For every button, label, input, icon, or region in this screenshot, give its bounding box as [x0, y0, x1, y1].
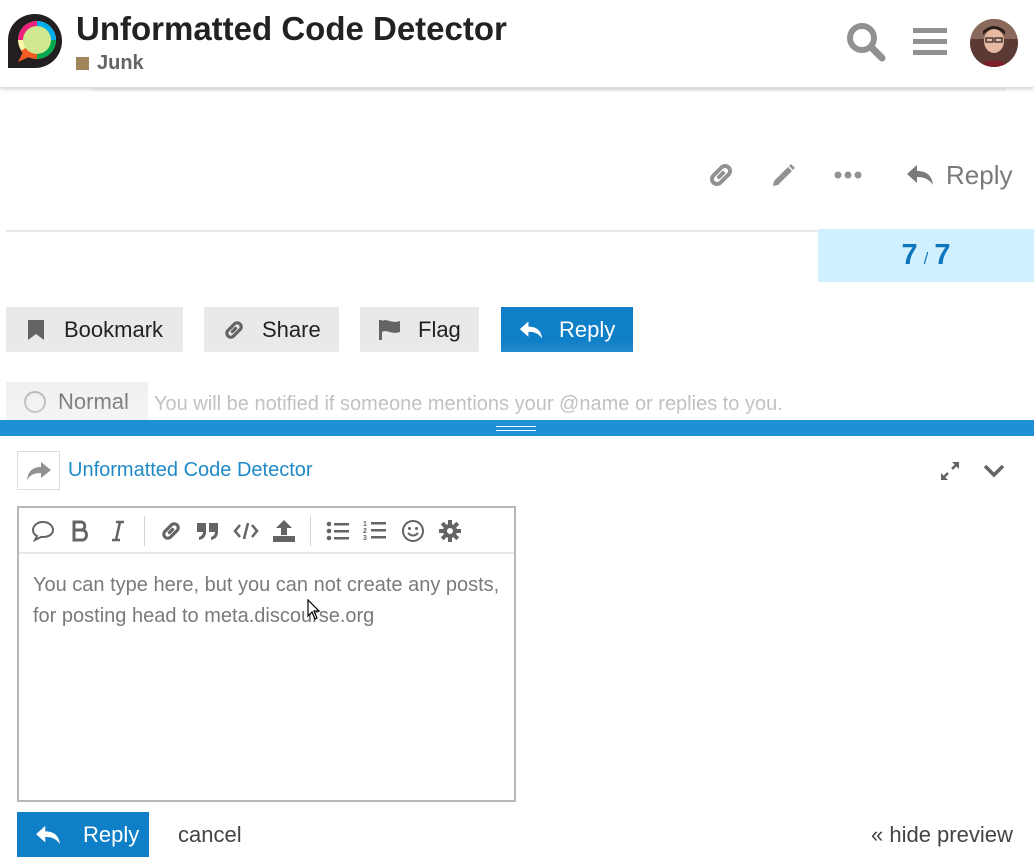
discourse-logo[interactable]: [6, 12, 64, 70]
toolbar-separator: [144, 516, 145, 546]
progress-total: 7: [934, 239, 951, 271]
hamburger-menu-icon[interactable]: [908, 20, 952, 64]
italic-icon[interactable]: [103, 516, 133, 546]
bold-icon[interactable]: [65, 516, 95, 546]
cancel-link[interactable]: cancel: [178, 822, 242, 848]
flag-button[interactable]: Flag: [360, 307, 479, 352]
composer-textarea[interactable]: You can type here, but you can not creat…: [33, 570, 503, 632]
topic-title[interactable]: Unformatted Code Detector: [76, 10, 507, 48]
numbered-list-icon[interactable]: 123: [360, 516, 390, 546]
chevron-down-icon[interactable]: [979, 456, 1009, 486]
share-arrow-icon[interactable]: [17, 451, 60, 490]
notification-level-button[interactable]: Normal: [6, 382, 148, 422]
category-name: Junk: [97, 52, 144, 74]
composer-resize-handle[interactable]: [0, 420, 1034, 436]
post-reply-label: Reply: [946, 159, 1013, 190]
flag-label: Flag: [418, 316, 461, 342]
mouse-cursor-icon: [307, 598, 321, 621]
grip-lines-icon: [496, 426, 536, 431]
pencil-icon[interactable]: [767, 158, 801, 192]
svg-text:2: 2: [363, 528, 367, 535]
link-icon[interactable]: [156, 516, 186, 546]
topic-progress[interactable]: 7 / 7: [818, 229, 1034, 282]
progress-current: 7: [901, 239, 918, 271]
svg-text:1: 1: [363, 521, 367, 528]
notification-description: You will be notified if someone mentions…: [154, 393, 783, 415]
link-icon[interactable]: [704, 158, 738, 192]
upload-icon[interactable]: [269, 516, 299, 546]
toolbar-separator: [310, 516, 311, 546]
bookmark-button[interactable]: Bookmark: [6, 307, 183, 352]
hide-preview-link[interactable]: « hide preview: [871, 822, 1013, 848]
bookmark-label: Bookmark: [64, 316, 164, 342]
flag-icon: [378, 319, 402, 341]
reply-to-topic-link[interactable]: Unformatted Code Detector: [68, 459, 313, 482]
user-avatar[interactable]: [970, 19, 1018, 67]
blockquote-icon[interactable]: [193, 516, 223, 546]
circle-icon: [24, 391, 46, 413]
reply-arrow-icon: [519, 319, 543, 341]
composer-reply-label: Reply: [83, 821, 140, 847]
code-icon[interactable]: [231, 516, 261, 546]
category-badge[interactable]: Junk: [76, 52, 144, 75]
quote-bubble-icon[interactable]: [28, 516, 58, 546]
post-divider: [6, 230, 818, 232]
share-label: Share: [262, 316, 321, 342]
progress-separator: /: [923, 248, 929, 268]
link-icon: [222, 318, 246, 342]
reply-arrow-icon: [35, 824, 61, 846]
post-edge: [92, 88, 1006, 91]
composer-editor[interactable]: 123 You can type here, but you can not c…: [17, 506, 516, 802]
search-icon[interactable]: [844, 20, 888, 64]
topic-reply-button[interactable]: Reply: [501, 307, 633, 352]
bullet-list-icon[interactable]: [323, 516, 353, 546]
svg-text:3: 3: [363, 535, 367, 542]
emoji-icon[interactable]: [398, 516, 428, 546]
share-button[interactable]: Share: [204, 307, 339, 352]
bookmark-icon: [24, 319, 48, 341]
category-color-swatch: [76, 57, 89, 70]
reply-arrow-icon: [907, 165, 933, 185]
editor-toolbar: 123: [19, 508, 514, 554]
site-header: Unformatted Code Detector Junk: [0, 0, 1034, 87]
notification-level-label: Normal: [58, 389, 129, 414]
expand-icon[interactable]: [935, 456, 965, 486]
ellipsis-icon[interactable]: [831, 158, 865, 192]
post-reply-button[interactable]: Reply: [906, 158, 1012, 192]
topic-reply-label: Reply: [559, 316, 616, 342]
composer-reply-button[interactable]: Reply: [17, 812, 149, 857]
gear-icon[interactable]: [435, 516, 465, 546]
